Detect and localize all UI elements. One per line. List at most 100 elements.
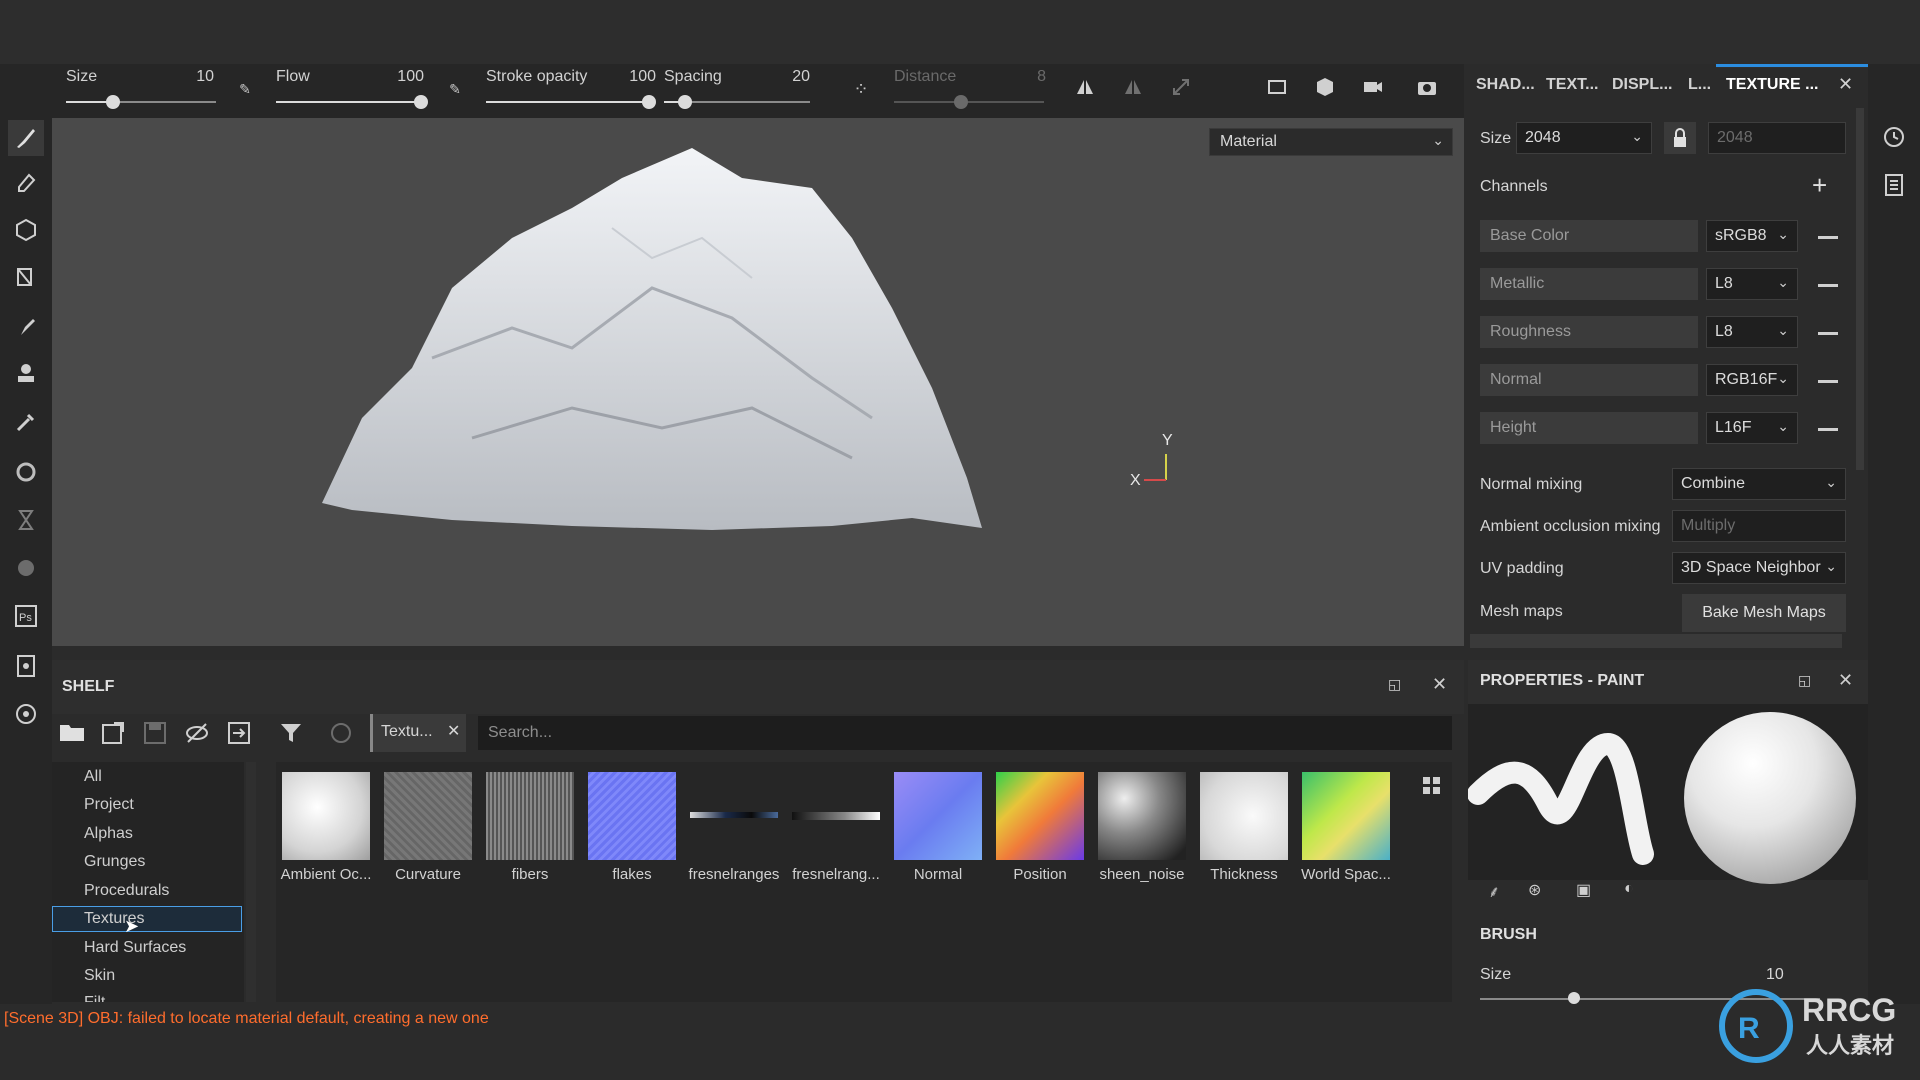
category-hard-surfaces[interactable]: Hard Surfaces: [84, 939, 186, 957]
close-icon[interactable]: ✕: [1838, 74, 1853, 95]
category-grunges[interactable]: Grunges: [84, 853, 145, 871]
maximize-icon[interactable]: ◱: [1388, 676, 1401, 693]
save-icon[interactable]: [142, 720, 168, 751]
screenshot-icon[interactable]: [1414, 76, 1440, 102]
channel-format-select[interactable]: RGB16F ⌄: [1706, 364, 1798, 396]
thumbnail-fresnelranges-2[interactable]: [792, 772, 880, 860]
substance-icon[interactable]: [8, 550, 44, 586]
channel-format-select[interactable]: L8 ⌄: [1706, 268, 1798, 300]
size-slider[interactable]: Size 10: [66, 64, 226, 118]
color-picker-icon[interactable]: [8, 404, 44, 440]
channel-format-select[interactable]: sRGB8 ⌄: [1706, 220, 1798, 252]
shelf-search-input[interactable]: Search...: [478, 716, 1452, 750]
channel-format-select[interactable]: L8 ⌄: [1706, 316, 1798, 348]
bake-mesh-maps-button[interactable]: Bake Mesh Maps: [1682, 594, 1846, 632]
close-icon[interactable]: ✕: [1432, 674, 1447, 695]
display-mode-icon[interactable]: [1264, 76, 1290, 102]
filter-chip[interactable]: Textu... ✕: [370, 714, 466, 752]
horizontal-scrollbar[interactable]: [1470, 634, 1842, 648]
thumbnail-ambient-occlusion[interactable]: [282, 772, 370, 860]
filter-icon[interactable]: [278, 720, 304, 751]
maximize-icon[interactable]: ◱: [1798, 672, 1811, 689]
thumbnail-sheen-noise[interactable]: [1098, 772, 1186, 860]
category-project[interactable]: Project: [84, 796, 134, 814]
category-skin[interactable]: Skin: [84, 967, 115, 985]
thumbnail-position[interactable]: [996, 772, 1084, 860]
slider-knob[interactable]: [954, 95, 968, 109]
remove-channel-icon[interactable]: [1818, 332, 1838, 335]
folder-icon[interactable]: [58, 720, 86, 749]
spacing-slider[interactable]: Spacing 20: [664, 64, 814, 118]
thumbnail-fresnelranges[interactable]: [690, 772, 778, 860]
geometry-mask-icon[interactable]: [8, 260, 44, 296]
smudge-icon[interactable]: [8, 308, 44, 344]
tab-layers[interactable]: L...: [1688, 76, 1711, 94]
category-scrollbar[interactable]: [246, 762, 256, 1002]
flow-pressure-icon[interactable]: ✎: [442, 76, 468, 102]
category-alphas[interactable]: Alphas: [84, 825, 133, 843]
bake-icon[interactable]: [8, 454, 44, 490]
slider-knob[interactable]: [106, 95, 120, 109]
tab-texture-settings[interactable]: TEXTURE ...: [1726, 76, 1818, 94]
category-all[interactable]: All: [84, 768, 102, 786]
symmetry-icon[interactable]: [1072, 76, 1098, 102]
tab-display[interactable]: DISPL...: [1612, 76, 1672, 94]
import-icon[interactable]: [226, 720, 252, 751]
3d-view-icon[interactable]: [1312, 76, 1338, 102]
tab-shader[interactable]: SHAD...: [1476, 76, 1535, 94]
stencil-icon[interactable]: ▣: [1576, 880, 1591, 900]
thumbnail-thickness[interactable]: [1200, 772, 1288, 860]
plugin-icon[interactable]: [8, 696, 44, 732]
symmetry-mode-icon[interactable]: [1120, 76, 1146, 102]
eraser-icon[interactable]: [8, 164, 44, 200]
camera-icon[interactable]: [1360, 76, 1386, 102]
slider-knob[interactable]: [678, 95, 692, 109]
photoshop-icon[interactable]: Ps: [8, 598, 44, 634]
slider-knob[interactable]: [642, 95, 656, 109]
flow-slider[interactable]: Flow 100: [276, 64, 436, 118]
material-icon[interactable]: ◐: [1624, 880, 1634, 898]
brush-icon[interactable]: ⸙: [1488, 880, 1500, 902]
remove-channel-icon[interactable]: [1818, 428, 1838, 431]
stroke-opacity-slider[interactable]: Stroke opacity 100: [486, 64, 656, 118]
tab-texture-set[interactable]: TEXT...: [1546, 76, 1598, 94]
alpha-icon[interactable]: ⊛: [1528, 880, 1541, 900]
thumbnail-world-space-normal[interactable]: [1302, 772, 1390, 860]
export-icon[interactable]: [8, 648, 44, 684]
category-filters[interactable]: Filt...: [84, 994, 119, 1002]
close-icon[interactable]: ✕: [447, 721, 460, 741]
grid-view-icon[interactable]: [1422, 776, 1442, 801]
remove-channel-icon[interactable]: [1818, 284, 1838, 287]
lock-icon[interactable]: [1664, 122, 1696, 154]
lazy-mouse-icon[interactable]: ⁘: [848, 76, 874, 102]
size-pressure-icon[interactable]: ✎: [232, 76, 258, 102]
brush-size-knob[interactable]: [1568, 992, 1580, 1004]
close-icon[interactable]: ✕: [1838, 670, 1853, 691]
remove-channel-icon[interactable]: [1818, 380, 1838, 383]
hourglass-icon[interactable]: [8, 502, 44, 538]
thumbnail-normal[interactable]: [894, 772, 982, 860]
channel-format-select[interactable]: L16F ⌄: [1706, 412, 1798, 444]
3d-viewport[interactable]: Y X: [52, 118, 1464, 646]
texture-size-select[interactable]: 2048 ⌄: [1516, 122, 1652, 154]
remove-channel-icon[interactable]: [1818, 236, 1838, 239]
category-procedurals[interactable]: Procedurals: [84, 882, 169, 900]
hide-icon[interactable]: [184, 720, 210, 751]
slider-knob[interactable]: [414, 95, 428, 109]
viewport-mode-select[interactable]: Material ⌄: [1209, 128, 1453, 156]
thumbnail-curvature[interactable]: [384, 772, 472, 860]
thumbnail-flakes[interactable]: [588, 772, 676, 860]
log-icon[interactable]: [1881, 172, 1907, 203]
vertical-scrollbar[interactable]: [1856, 108, 1864, 470]
thumbnail-fibers[interactable]: [486, 772, 574, 860]
uv-padding-select[interactable]: 3D Space Neighbor ⌄: [1672, 552, 1846, 584]
history-icon[interactable]: [1881, 124, 1907, 155]
refresh-icon[interactable]: [328, 720, 354, 751]
add-channel-icon[interactable]: +: [1812, 170, 1827, 201]
distance-slider[interactable]: Distance 8: [894, 64, 1046, 118]
projection-icon[interactable]: [8, 212, 44, 248]
clone-stamp-icon[interactable]: [8, 356, 44, 392]
new-window-icon[interactable]: [100, 720, 126, 751]
paint-brush-icon[interactable]: [8, 120, 44, 156]
normal-mixing-select[interactable]: Combine ⌄: [1672, 468, 1846, 500]
